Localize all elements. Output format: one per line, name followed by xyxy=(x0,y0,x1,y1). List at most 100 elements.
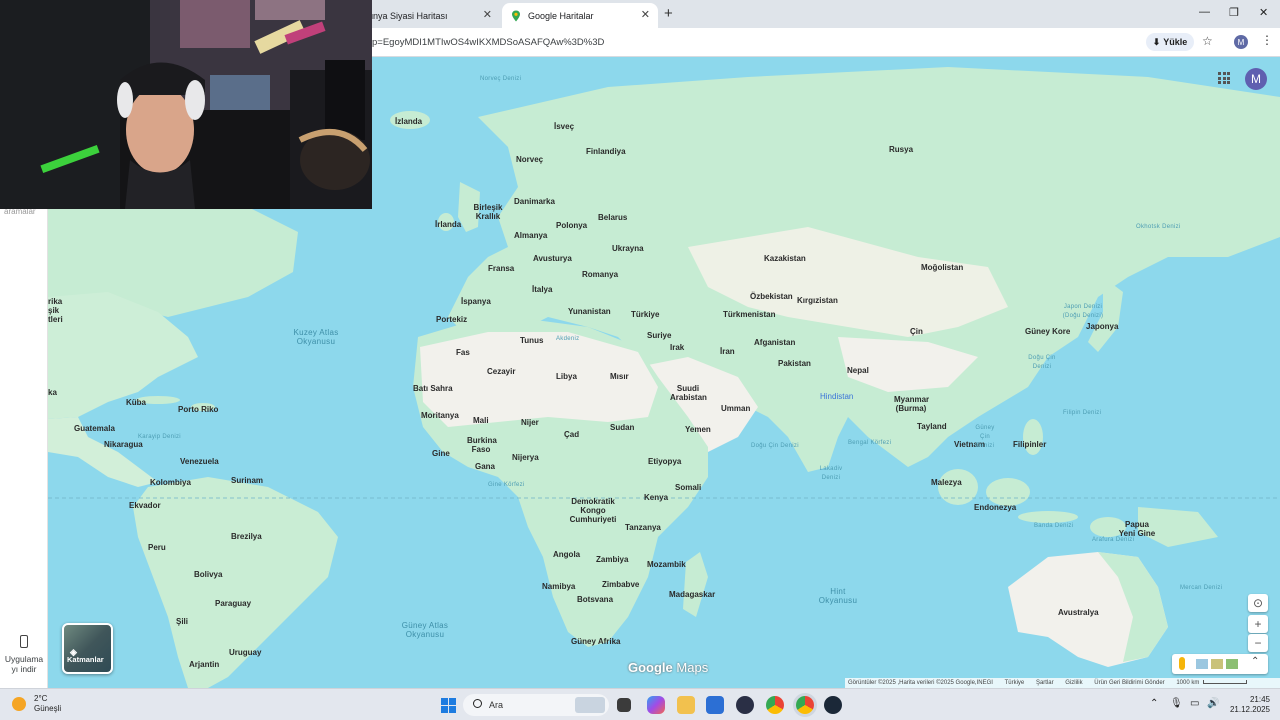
taskbar-search[interactable]: Ara xyxy=(463,694,609,716)
close-tab-icon[interactable]: ✕ xyxy=(483,8,492,21)
windows-start-icon[interactable] xyxy=(441,698,456,713)
country-label[interactable]: Pakistan xyxy=(778,359,811,368)
country-label[interactable]: Irak xyxy=(670,343,684,352)
country-label[interactable]: Almanya xyxy=(514,231,547,240)
layers-button[interactable]: ◈ Katmanlar xyxy=(62,623,113,674)
country-label[interactable]: Etiyopya xyxy=(648,457,681,466)
account-avatar[interactable]: M xyxy=(1245,68,1267,90)
country-label[interactable]: Mısır xyxy=(610,372,629,381)
country-label[interactable]: Suudi Arabistan xyxy=(670,384,707,402)
steam-icon[interactable] xyxy=(824,696,842,714)
zoom-out-button[interactable]: − xyxy=(1248,634,1268,652)
country-label[interactable]: Şili xyxy=(176,617,188,626)
country-label[interactable]: Uruguay xyxy=(229,648,261,657)
microphone-icon[interactable]: 🎙 xyxy=(1170,698,1183,709)
country-label[interactable]: Kenya xyxy=(644,493,668,502)
country-label[interactable]: Botsvana xyxy=(577,595,613,604)
country-label[interactable]: Mali xyxy=(473,416,489,425)
country-label[interactable]: Portekiz xyxy=(436,315,467,324)
country-label[interactable]: Kolombiya xyxy=(150,478,191,487)
country-label[interactable]: Rusya xyxy=(889,145,913,154)
url-field[interactable]: p=EgoyMDI1MTIwOS4wIKXMDSoASAFQAw%3D%3D xyxy=(372,37,604,48)
country-label[interactable]: Burkina Faso xyxy=(467,436,497,454)
system-clock[interactable]: 21:45 21.12.2025 xyxy=(1228,695,1270,715)
zoom-in-button[interactable]: + xyxy=(1248,615,1268,633)
country-label[interactable]: Romanya xyxy=(582,270,618,279)
close-window-icon[interactable]: ✕ xyxy=(1259,6,1268,19)
copilot-icon[interactable] xyxy=(647,696,665,714)
country-label[interactable]: Tayland xyxy=(917,422,947,431)
country-label[interactable]: Brezilya xyxy=(231,532,262,541)
country-label[interactable]: Danimarka xyxy=(514,197,555,206)
satellite-thumb-icon[interactable] xyxy=(1196,659,1208,669)
my-location-icon[interactable]: ⊙ xyxy=(1248,594,1268,612)
attribution-privacy[interactable]: Gizlilik xyxy=(1065,680,1082,686)
tab-world-map[interactable]: ünya Siyasi Haritası ✕ xyxy=(360,3,500,28)
country-label[interactable]: Madagaskar xyxy=(669,590,715,599)
country-label[interactable]: İtalya xyxy=(532,285,552,294)
country-label[interactable]: Moritanya xyxy=(421,411,459,420)
weather-widget[interactable]: 2°C Güneşli xyxy=(12,694,61,714)
minimize-icon[interactable]: — xyxy=(1199,6,1210,18)
country-label[interactable]: Angola xyxy=(553,550,580,559)
country-label[interactable]: Nepal xyxy=(847,366,869,375)
attribution-feedback[interactable]: Ürün Geri Bildirimi Gönder xyxy=(1094,680,1164,686)
country-label[interactable]: Ukrayna xyxy=(612,244,644,253)
country-label[interactable]: Surinam xyxy=(231,476,263,485)
country-label[interactable]: Filipinler xyxy=(1013,440,1046,449)
expand-chevron-icon[interactable]: ⌃ xyxy=(1251,656,1259,667)
country-label[interactable]: Zambiya xyxy=(596,555,628,564)
country-label[interactable]: Tunus xyxy=(520,336,543,345)
country-label[interactable]: İran xyxy=(720,347,735,356)
pegman-icon[interactable] xyxy=(1179,657,1185,670)
country-label[interactable]: Paraguay xyxy=(215,599,251,608)
country-label[interactable]: Türkiye xyxy=(631,310,659,319)
country-label[interactable]: Avustralya xyxy=(1058,608,1099,617)
country-label-highlight[interactable]: Hindistan xyxy=(820,392,853,401)
country-label[interactable]: Peru xyxy=(148,543,166,552)
volume-icon[interactable]: 🔊 xyxy=(1207,698,1219,709)
country-label[interactable]: Libya xyxy=(556,372,577,381)
country-label[interactable]: Fas xyxy=(456,348,470,357)
country-label[interactable]: İrlanda xyxy=(435,220,461,229)
country-label[interactable]: Güney Kore xyxy=(1025,327,1070,336)
download-app-button[interactable]: Uygulama yı indir xyxy=(0,635,48,674)
country-label[interactable]: Zimbabve xyxy=(602,580,639,589)
country-label[interactable]: Fransa xyxy=(488,264,514,273)
tab-google-maps[interactable]: Google Haritalar ✕ xyxy=(502,3,658,28)
store-icon[interactable] xyxy=(706,696,724,714)
close-tab-icon[interactable]: ✕ xyxy=(641,8,650,21)
country-label[interactable]: Nijerya xyxy=(512,453,539,462)
country-label[interactable]: Batı Sahra xyxy=(413,384,453,393)
country-label[interactable]: Namibya xyxy=(542,582,575,591)
country-label[interactable]: Bolivya xyxy=(194,570,222,579)
country-label[interactable]: Belarus xyxy=(598,213,627,222)
country-label[interactable]: İzlanda xyxy=(395,117,422,126)
country-label[interactable]: Kırgızistan xyxy=(797,296,838,305)
terrain-thumb-icon[interactable] xyxy=(1211,659,1223,669)
country-label[interactable]: Finlandiya xyxy=(586,147,626,156)
country-label[interactable]: Türkmenistan xyxy=(723,310,775,319)
country-label[interactable]: Küba xyxy=(126,398,146,407)
chrome-profile-icon[interactable] xyxy=(796,696,814,714)
install-app-button[interactable]: ⬇ Yükle xyxy=(1146,33,1194,51)
country-label[interactable]: Ekvador xyxy=(129,501,161,510)
restore-icon[interactable]: ❐ xyxy=(1229,6,1239,19)
country-label[interactable]: Nijer xyxy=(521,418,539,427)
country-label[interactable]: Somali xyxy=(675,483,701,492)
country-label[interactable]: Mozambik xyxy=(647,560,686,569)
country-label[interactable]: Yemen xyxy=(685,425,711,434)
apps-grid-icon[interactable] xyxy=(1218,72,1230,84)
country-label[interactable]: Birleşik Krallık xyxy=(468,203,508,221)
country-label[interactable]: Sudan xyxy=(610,423,634,432)
country-label[interactable]: Güney Afrika xyxy=(571,637,621,646)
country-label[interactable]: Çin xyxy=(910,327,923,336)
country-label[interactable]: Gine xyxy=(432,449,450,458)
country-label[interactable]: Venezuela xyxy=(180,457,219,466)
country-label[interactable]: Malezya xyxy=(931,478,962,487)
traffic-thumb-icon[interactable] xyxy=(1226,659,1238,669)
country-label[interactable]: Tanzanya xyxy=(625,523,661,532)
scale-label[interactable]: 1000 km xyxy=(1176,680,1199,686)
tray-chevron-icon[interactable]: ⌃ xyxy=(1150,698,1158,709)
country-label[interactable]: Demokratik Kongo Cumhuriyeti xyxy=(566,497,620,524)
